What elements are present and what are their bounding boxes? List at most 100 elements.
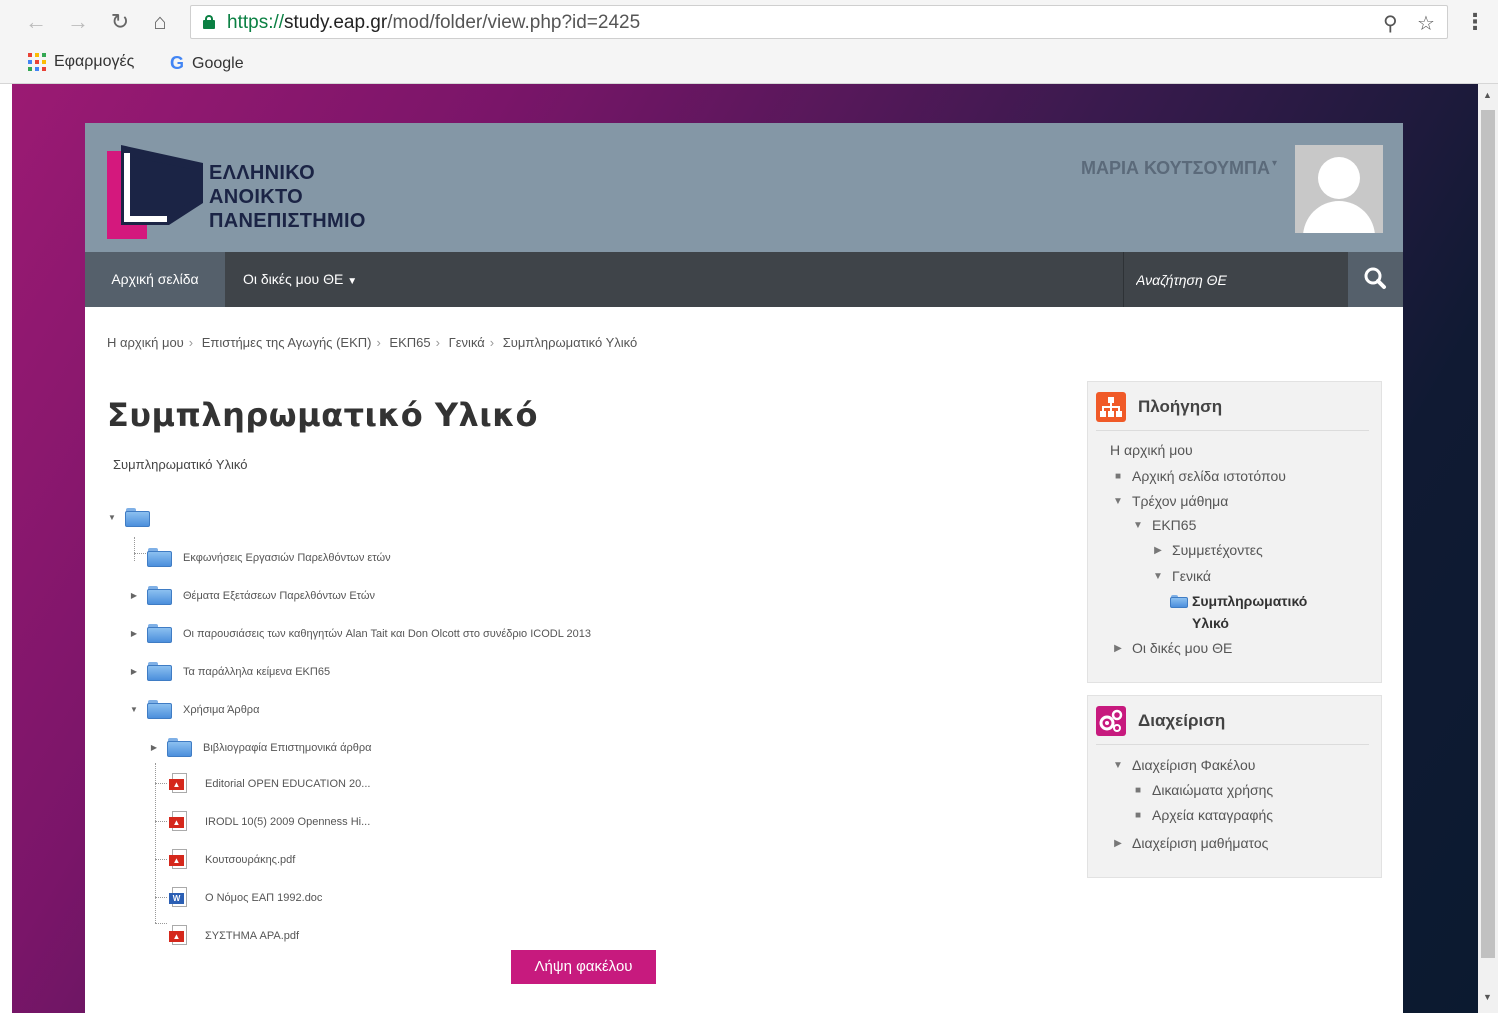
pdf-file-icon: ▲ bbox=[169, 773, 189, 795]
tree-folder-item[interactable]: Εκφωνήσεις Εργασιών Παρελθόντων ετών bbox=[129, 548, 391, 567]
breadcrumb-separator-icon: › bbox=[489, 335, 495, 350]
bookmark-label: Εφαρμογές bbox=[54, 53, 135, 70]
nav-item-current-course[interactable]: ▼ Τρέχον μάθημα bbox=[1112, 493, 1228, 509]
tree-folder-item[interactable]: ▶ Θέματα Εξετάσεων Παρελθόντων Ετών bbox=[129, 586, 375, 605]
scroll-up-icon[interactable]: ▲ bbox=[1483, 90, 1492, 100]
expanded-triangle-icon[interactable]: ▼ bbox=[107, 513, 117, 522]
tree-item-label[interactable]: Editorial OPEN EDUCATION 20... bbox=[205, 778, 370, 790]
tree-file-item[interactable]: ▲ Κουτσουράκης.pdf bbox=[169, 849, 295, 871]
tree-folder-item[interactable]: ▼ Χρήσιμα Άρθρα bbox=[129, 700, 259, 719]
nav-item-label: Υλικό bbox=[1192, 615, 1229, 631]
folder-icon bbox=[147, 662, 172, 681]
zoom-icon[interactable]: ⚲ bbox=[1383, 11, 1398, 36]
page-content: ΕΛΛΗΝΙΚΟ ΑΝΟΙΚΤΟ ΠΑΝΕΠΙΣΤΗΜΙΟ ΜΑΡΙΑ ΚΟΥΤ… bbox=[85, 123, 1403, 1013]
admin-item-course-admin[interactable]: ▶ Διαχείριση μαθήματος bbox=[1112, 835, 1268, 851]
tree-file-item[interactable]: W Ο Νόμος ΕΑΠ 1992.doc bbox=[169, 887, 322, 909]
collapsed-triangle-icon[interactable]: ▶ bbox=[129, 591, 139, 600]
expanded-triangle-icon: ▼ bbox=[1113, 759, 1123, 771]
tree-item-label[interactable]: Βιβλιογραφία Επιστημονικά άρθρα bbox=[203, 742, 371, 754]
breadcrumb-item[interactable]: Γενικά bbox=[449, 335, 485, 350]
tree-folder-item[interactable]: ▶ Τα παράλληλα κείμενα ΕΚΠ65 bbox=[129, 662, 330, 681]
browser-menu-icon[interactable]: ⋮ bbox=[1464, 8, 1486, 36]
page-scrollbar[interactable]: ▲ ▼ bbox=[1478, 84, 1498, 1013]
nav-item-label: Τρέχον μάθημα bbox=[1132, 493, 1229, 509]
tree-item-label[interactable]: ΣΥΣΤΗΜΑ APA.pdf bbox=[205, 930, 299, 942]
nav-item-my-courses[interactable]: ▶ Οι δικές μου ΘΕ bbox=[1112, 640, 1232, 656]
user-menu[interactable]: ΜΑΡΙΑ ΚΟΥΤΣΟΥΜΠΑ ▾ bbox=[1081, 158, 1277, 179]
collapsed-triangle-icon[interactable]: ▶ bbox=[149, 743, 159, 752]
nav-item-label: Γενικά bbox=[1172, 568, 1211, 584]
tree-folder-item[interactable]: ▶ Βιβλιογραφία Επιστημονικά άρθρα bbox=[149, 738, 371, 757]
nav-item-supplementary-cont[interactable]: Υλικό bbox=[1192, 615, 1229, 631]
course-search-input[interactable] bbox=[1136, 252, 1346, 307]
avatar[interactable] bbox=[1295, 145, 1383, 233]
apps-icon bbox=[28, 53, 46, 71]
address-bar[interactable]: https://study.eap.gr/mod/folder/view.php… bbox=[190, 5, 1448, 39]
tree-folder-item[interactable]: ▶ Οι παρουσιάσεις των καθηγητών Alan Tai… bbox=[129, 624, 591, 643]
scroll-down-icon[interactable]: ▼ bbox=[1483, 992, 1492, 1002]
tree-item-label[interactable]: Θέματα Εξετάσεων Παρελθόντων Ετών bbox=[183, 590, 375, 602]
breadcrumb-separator-icon: › bbox=[376, 335, 381, 350]
reload-icon[interactable]: ↻ bbox=[106, 8, 134, 36]
expanded-triangle-icon[interactable]: ▼ bbox=[129, 705, 139, 714]
nav-my-courses-label: Οι δικές μου ΘΕ bbox=[243, 271, 344, 287]
breadcrumb-item[interactable]: ΕΚΠ65 bbox=[389, 335, 430, 350]
url-text[interactable]: https://study.eap.gr/mod/folder/view.php… bbox=[227, 12, 640, 34]
breadcrumb-item[interactable]: Επιστήμες της Αγωγής (ΕΚΠ) bbox=[202, 335, 372, 350]
admin-item-label: Δικαιώματα χρήσης bbox=[1152, 782, 1274, 798]
nav-my-courses-dropdown[interactable]: Οι δικές μου ΘΕ ▼ bbox=[243, 252, 357, 307]
back-icon[interactable]: ← bbox=[22, 8, 50, 36]
caret-down-icon: ▼ bbox=[347, 276, 358, 287]
admin-item-permissions[interactable]: ■ Δικαιώματα χρήσης bbox=[1132, 782, 1273, 798]
tree-file-item[interactable]: ▲ Editorial OPEN EDUCATION 20... bbox=[169, 773, 370, 795]
folder-icon bbox=[167, 738, 192, 757]
bookmark-google[interactable]: G Google bbox=[170, 53, 244, 74]
tree-item-label[interactable]: Τα παράλληλα κείμενα ΕΚΠ65 bbox=[183, 666, 330, 678]
nav-item-my-home[interactable]: Η αρχική μου bbox=[1110, 442, 1193, 458]
breadcrumb-item[interactable]: Η αρχική μου bbox=[107, 335, 184, 350]
tree-item-label[interactable]: Εκφωνήσεις Εργασιών Παρελθόντων ετών bbox=[183, 552, 391, 564]
forward-icon[interactable]: → bbox=[64, 8, 92, 36]
bookmarks-bar: Εφαρμογές G Google bbox=[0, 47, 1498, 81]
tree-root-folder[interactable]: ▼ bbox=[107, 508, 161, 527]
nav-item-course[interactable]: ▼ ΕΚΠ65 bbox=[1132, 517, 1196, 533]
collapsed-triangle-icon: ▶ bbox=[1114, 642, 1122, 654]
download-folder-button[interactable]: Λήψη φακέλου bbox=[511, 950, 656, 984]
course-search bbox=[1123, 252, 1348, 307]
bullet-icon: ■ bbox=[1114, 470, 1122, 482]
tree-file-item[interactable]: ▲ IRODL 10(5) 2009 Openness Hi... bbox=[169, 811, 370, 833]
university-logo-icon[interactable] bbox=[107, 141, 203, 239]
admin-item-logs[interactable]: ■ Αρχεία καταγραφής bbox=[1132, 807, 1273, 823]
scrollbar-thumb[interactable] bbox=[1481, 110, 1495, 958]
collapsed-triangle-icon: ▶ bbox=[1114, 837, 1122, 849]
tree-item-label[interactable]: Οι παρουσιάσεις των καθηγητών Alan Tait … bbox=[183, 628, 591, 640]
folder-icon bbox=[147, 548, 172, 567]
nav-item-participants[interactable]: ▶ Συμμετέχοντες bbox=[1152, 542, 1263, 558]
nav-item-label: Αρχική σελίδα ιστοτόπου bbox=[1132, 468, 1286, 484]
home-icon[interactable]: ⌂ bbox=[146, 8, 174, 36]
breadcrumb-item[interactable]: Συμπληρωματικό Υλικό bbox=[503, 335, 638, 350]
nav-item-supplementary[interactable]: Συμπληρωματικό bbox=[1170, 593, 1307, 609]
tree-file-item[interactable]: ▲ ΣΥΣΤΗΜΑ APA.pdf bbox=[169, 925, 299, 947]
breadcrumb: Η αρχική μου › Επιστήμες της Αγωγής (ΕΚΠ)… bbox=[107, 335, 637, 350]
folder-icon bbox=[147, 624, 172, 643]
nav-item-general[interactable]: ▼ Γενικά bbox=[1152, 568, 1211, 584]
tree-item-label[interactable]: IRODL 10(5) 2009 Openness Hi... bbox=[205, 816, 370, 828]
tree-item-label[interactable]: Κουτσουράκης.pdf bbox=[205, 854, 295, 866]
pdf-file-icon: ▲ bbox=[169, 811, 189, 833]
nav-item-site-home[interactable]: ■ Αρχική σελίδα ιστοτόπου bbox=[1112, 468, 1286, 484]
admin-item-folder-admin[interactable]: ▼ Διαχείριση Φακέλου bbox=[1112, 757, 1255, 773]
pdf-file-icon: ▲ bbox=[169, 849, 189, 871]
site-header: ΕΛΛΗΝΙΚΟ ΑΝΟΙΚΤΟ ΠΑΝΕΠΙΣΤΗΜΙΟ ΜΑΡΙΑ ΚΟΥΤ… bbox=[85, 123, 1403, 252]
administration-block-header[interactable]: Διαχείριση bbox=[1096, 706, 1225, 736]
search-button[interactable] bbox=[1348, 252, 1403, 307]
page-title: Συμπληρωματικό Υλικό bbox=[107, 396, 538, 434]
navigation-block-header[interactable]: Πλοήγηση bbox=[1096, 392, 1222, 422]
nav-home-link[interactable]: Αρχική σελίδα bbox=[85, 252, 225, 307]
collapsed-triangle-icon[interactable]: ▶ bbox=[129, 667, 139, 676]
bookmark-star-icon[interactable]: ☆ bbox=[1417, 11, 1435, 36]
tree-item-label[interactable]: Ο Νόμος ΕΑΠ 1992.doc bbox=[205, 892, 322, 904]
bookmark-apps[interactable]: Εφαρμογές bbox=[28, 53, 134, 71]
collapsed-triangle-icon[interactable]: ▶ bbox=[129, 629, 139, 638]
tree-item-label[interactable]: Χρήσιμα Άρθρα bbox=[183, 704, 259, 716]
